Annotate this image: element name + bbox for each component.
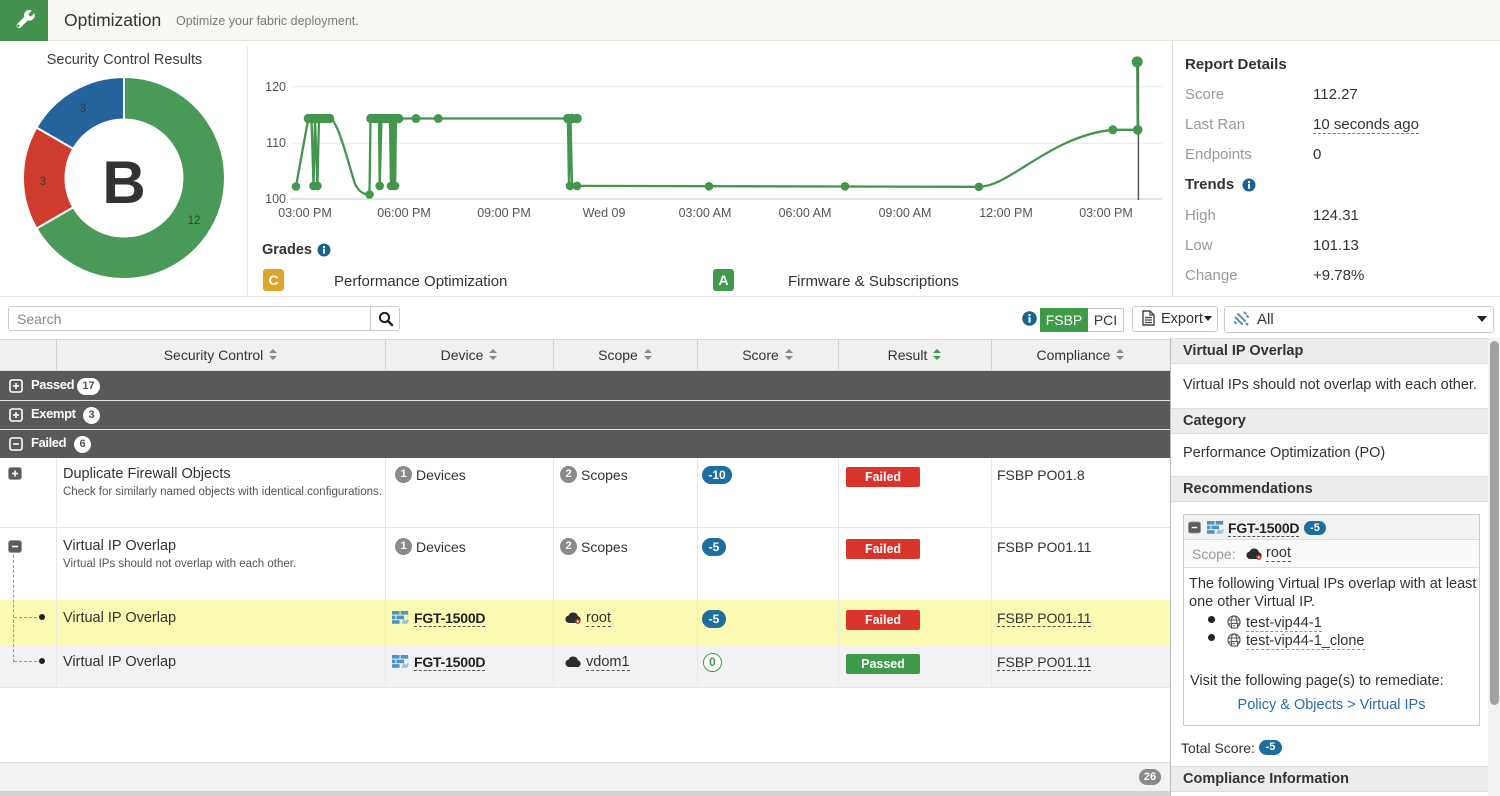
svg-text:09:00 PM: 09:00 PM (477, 206, 531, 220)
svg-text:Wed 09: Wed 09 (583, 206, 626, 220)
svg-text:120: 120 (265, 80, 286, 94)
svg-text:03:00 PM: 03:00 PM (1079, 206, 1133, 220)
svg-text:12:00 PM: 12:00 PM (979, 206, 1033, 220)
svg-text:100: 100 (265, 192, 286, 206)
svg-text:03:00 PM: 03:00 PM (278, 206, 332, 220)
svg-text:B: B (102, 149, 145, 216)
svg-text:06:00 PM: 06:00 PM (377, 206, 431, 220)
svg-text:06:00 AM: 06:00 AM (779, 206, 832, 220)
svg-text:03:00 AM: 03:00 AM (679, 206, 732, 220)
svg-text:09:00 AM: 09:00 AM (879, 206, 932, 220)
svg-text:3: 3 (80, 103, 86, 115)
svg-text:110: 110 (266, 136, 286, 150)
svg-text:12: 12 (188, 215, 201, 227)
svg-text:3: 3 (40, 176, 46, 188)
